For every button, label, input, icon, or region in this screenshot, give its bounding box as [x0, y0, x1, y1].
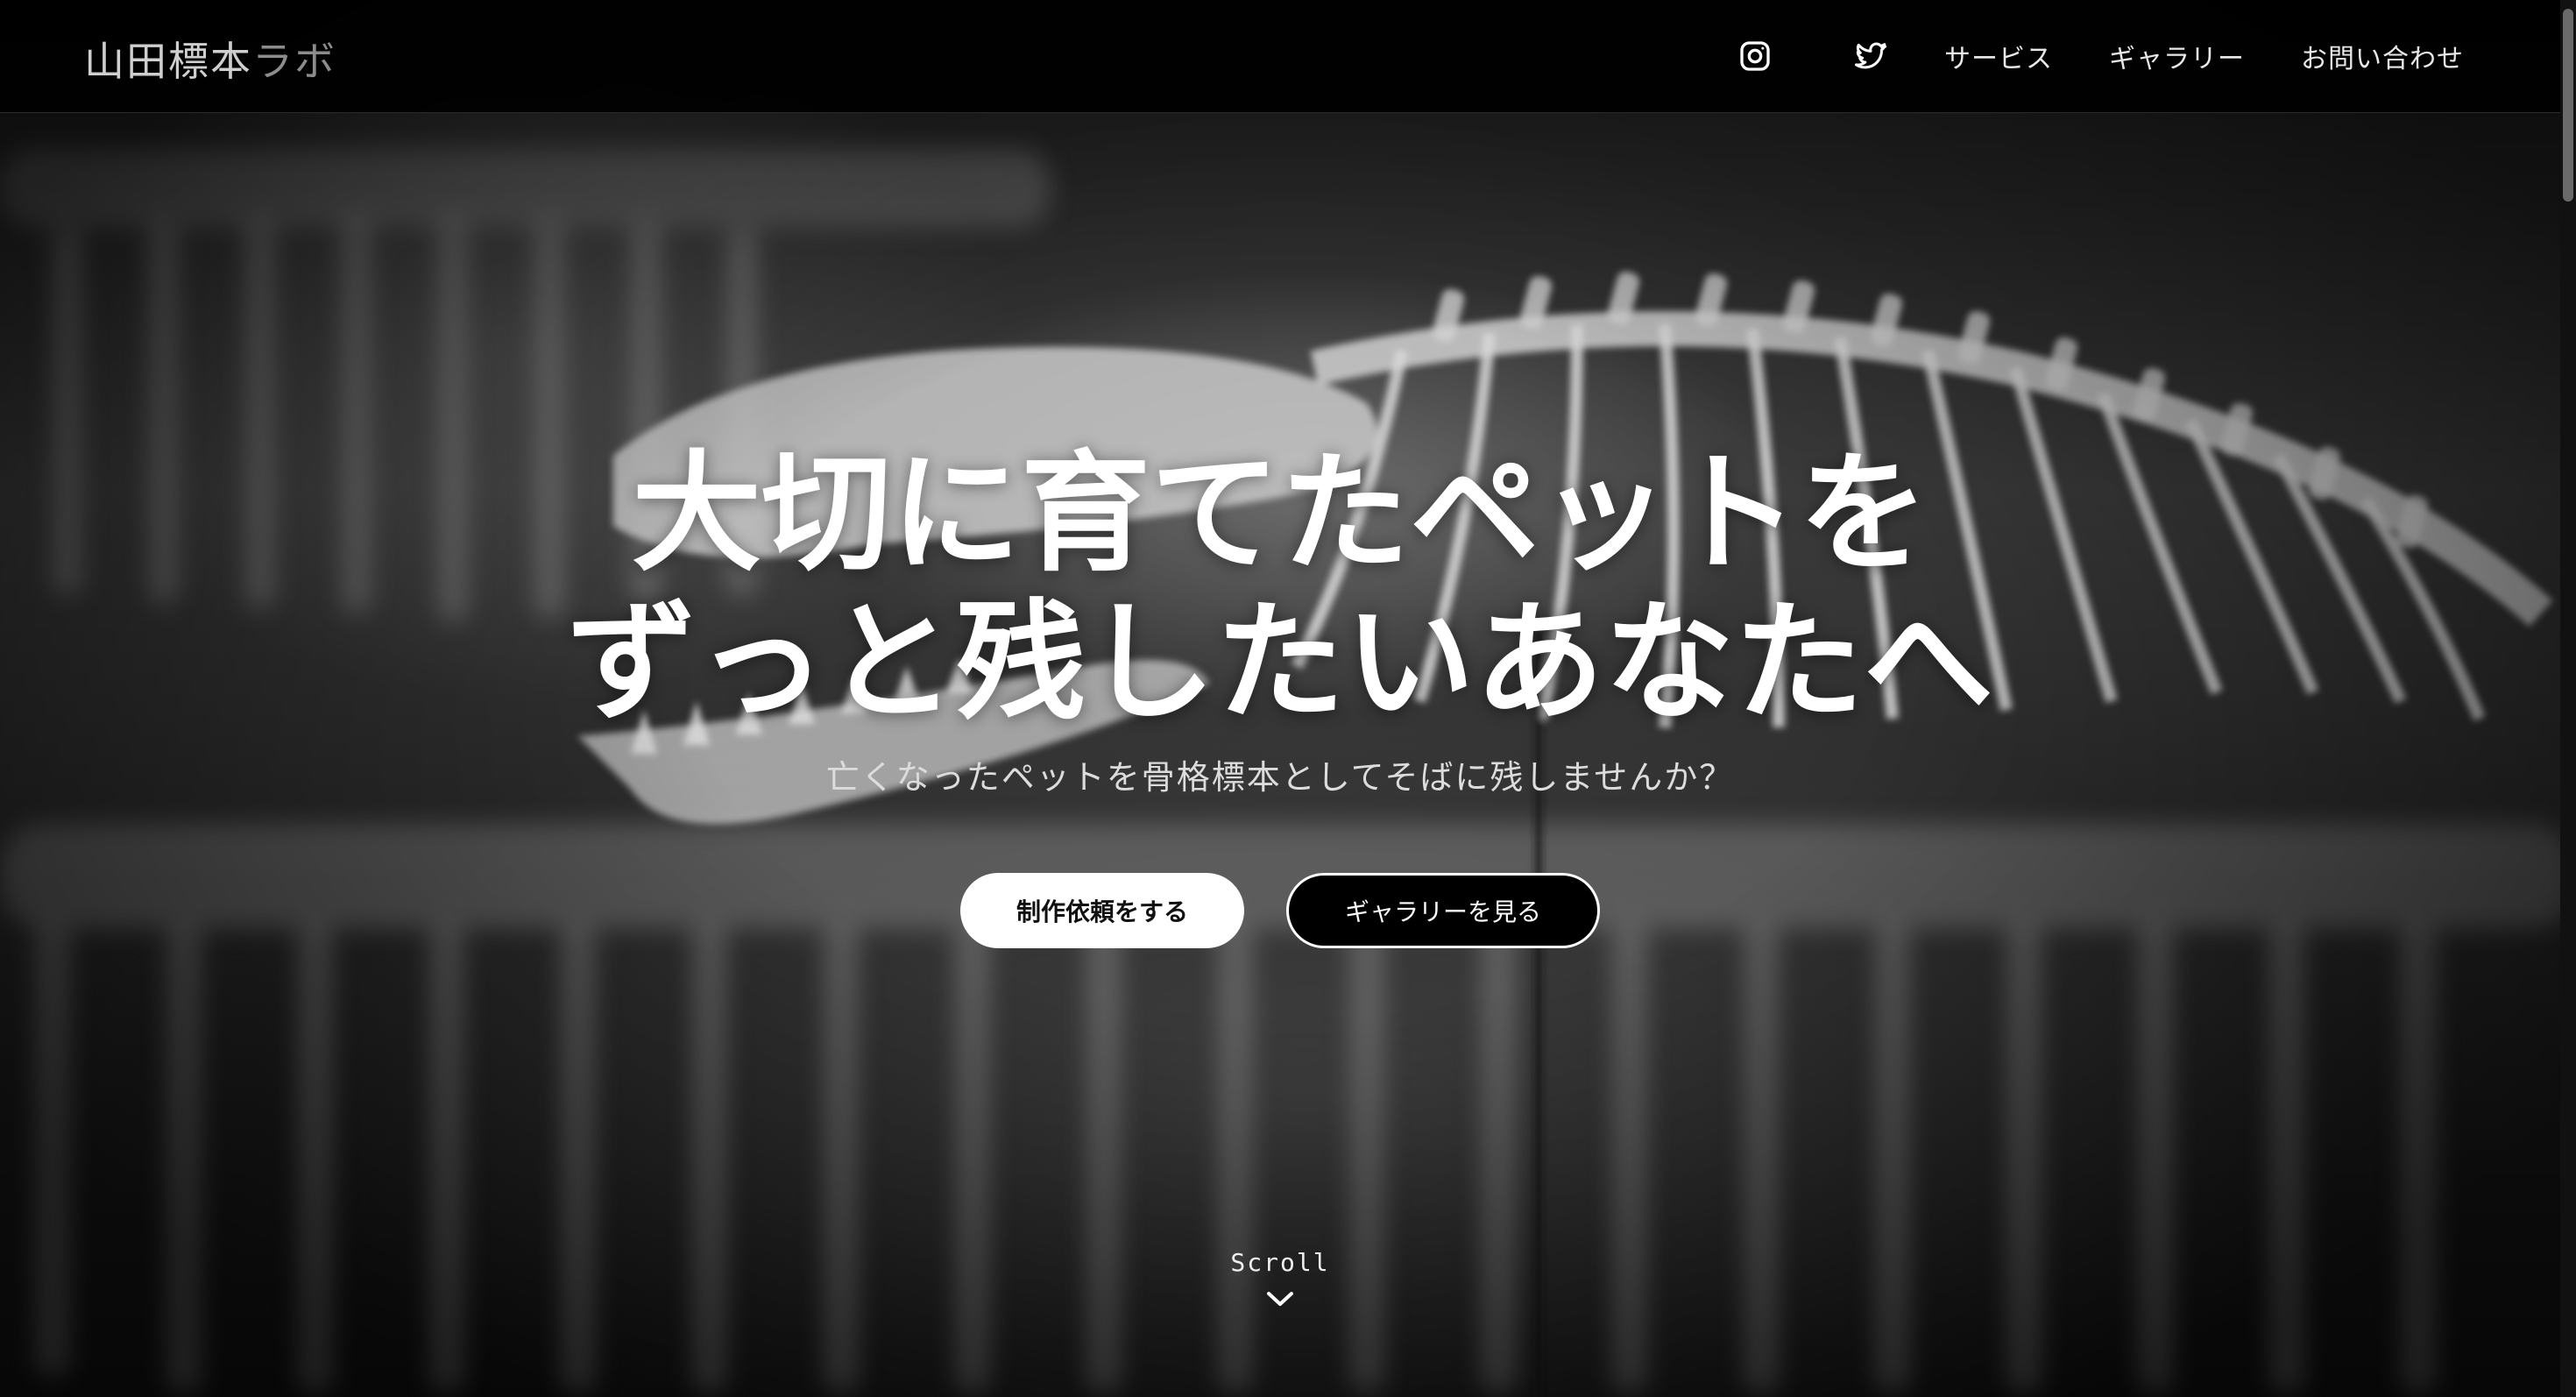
nav-link-gallery[interactable]: ギャラリー [2109, 37, 2245, 75]
hero-title: 大切に育てたペットを ずっと残したいあなたへ [0, 438, 2560, 736]
hero-subtitle: 亡くなったペットを骨格標本としてそばに残しませんか？ [825, 758, 1735, 797]
hero-title-line-2: ずっと残したいあなたへ [567, 585, 1993, 738]
chevron-down-icon [1267, 1292, 1293, 1306]
page: 山田標本ラボ サービス ギャラリー お問い合わせ 大切に育てたペットを ずっと残… [0, 0, 2576, 1397]
hero-title-line-1: 大切に育てたペットを [632, 436, 1928, 589]
view-gallery-button[interactable]: ギャラリーを見る [1286, 873, 1600, 948]
scroll-indicator[interactable]: Scroll [0, 1248, 2560, 1308]
cta-buttons: 制作依頼をする ギャラリーを見る [0, 873, 2560, 948]
main-nav: サービス ギャラリー お問い合わせ [1736, 32, 2464, 81]
scrollbar-thumb[interactable] [2563, 9, 2573, 202]
nav-link-services[interactable]: サービス [1944, 37, 2053, 75]
scroll-label: Scroll [1230, 1248, 1330, 1277]
twitter-icon[interactable] [1851, 37, 1890, 75]
order-request-button[interactable]: 制作依頼をする [960, 873, 1244, 948]
logo-tail-text: ラボ [252, 38, 336, 85]
instagram-icon[interactable] [1736, 37, 1774, 75]
page-scrollbar[interactable] [2560, 0, 2576, 1397]
site-header: 山田標本ラボ サービス ギャラリー お問い合わせ [0, 0, 2560, 113]
logo-main-text: 山田標本 [84, 38, 252, 85]
site-logo[interactable]: 山田標本ラボ [84, 30, 336, 88]
nav-link-contact[interactable]: お問い合わせ [2301, 37, 2464, 75]
